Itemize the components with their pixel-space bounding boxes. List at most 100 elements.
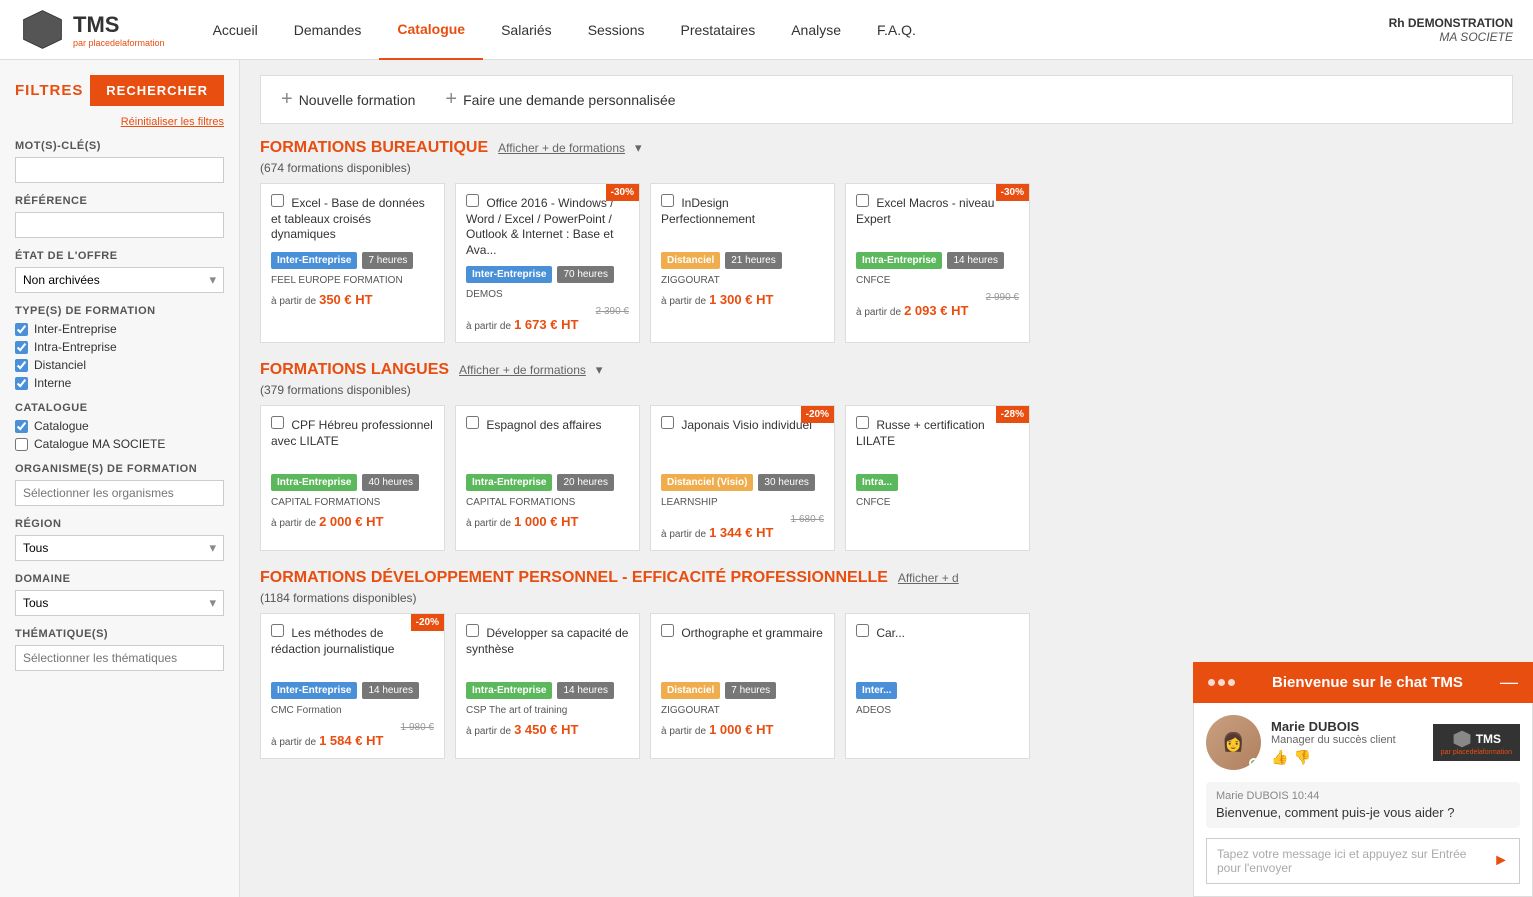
card-tag-row: Intra-Entreprise 14 heures bbox=[856, 252, 1019, 271]
card-provider: ADEOS bbox=[856, 705, 1019, 716]
dev-perso-more-link[interactable]: Afficher + d bbox=[898, 571, 959, 585]
region-select[interactable]: Tous bbox=[15, 535, 224, 561]
chat-minimize-button[interactable]: — bbox=[1500, 672, 1518, 693]
header: TMS par placedelaformation Accueil Deman… bbox=[0, 0, 1533, 60]
card-price: 1 980 € à partir de 1 584 € HT bbox=[271, 722, 434, 748]
card-hours: 14 heures bbox=[557, 682, 613, 699]
card-select-checkbox[interactable] bbox=[466, 194, 479, 207]
langues-cards: CPF Hébreu professionnel avec LILATE Int… bbox=[260, 405, 1513, 551]
card-price: à partir de 1 000 € HT bbox=[661, 722, 824, 737]
card-tag: Intra-Entreprise bbox=[466, 682, 552, 699]
card-select-checkbox[interactable] bbox=[271, 194, 284, 207]
card-tag-row: Intra-Entreprise 20 heures bbox=[466, 474, 629, 493]
online-indicator bbox=[1249, 758, 1259, 768]
card-select-checkbox[interactable] bbox=[661, 416, 674, 429]
card-select-checkbox[interactable] bbox=[271, 624, 284, 637]
type-interne-checkbox[interactable] bbox=[15, 377, 28, 390]
section-langues-title: FORMATIONS LANGUES bbox=[260, 361, 449, 379]
nav-accueil[interactable]: Accueil bbox=[195, 0, 276, 60]
type-intra: Intra-Entreprise bbox=[15, 340, 224, 354]
thematique-label: THÉMATIQUE(S) bbox=[15, 628, 224, 640]
nav-salaries[interactable]: Salariés bbox=[483, 0, 570, 60]
card-title: Excel Macros - niveau Expert bbox=[856, 194, 1019, 244]
nav-demandes[interactable]: Demandes bbox=[276, 0, 380, 60]
custom-request-btn[interactable]: + Faire une demande personnalisée bbox=[445, 88, 675, 111]
card-select-checkbox[interactable] bbox=[856, 624, 869, 637]
reference-input[interactable] bbox=[15, 212, 224, 238]
card-tag-row: Inter... bbox=[856, 682, 1019, 701]
card-tag-row: Inter-Entreprise 70 heures bbox=[466, 266, 629, 285]
card-tag: Inter... bbox=[856, 682, 897, 699]
card-title: InDesign Perfectionnement bbox=[661, 194, 824, 244]
reference-label: RÉFÉRENCE bbox=[15, 195, 224, 207]
dot-1 bbox=[1208, 679, 1215, 686]
chat-input-area[interactable]: Tapez votre message ici et appuyez sur E… bbox=[1206, 838, 1520, 884]
type-distanciel-label: Distanciel bbox=[34, 358, 86, 372]
nav-faq[interactable]: F.A.Q. bbox=[859, 0, 934, 60]
dot-3 bbox=[1228, 679, 1235, 686]
chevron-down-icon-2: ▾ bbox=[596, 362, 603, 378]
card-select-checkbox[interactable] bbox=[856, 194, 869, 207]
card-select-checkbox[interactable] bbox=[661, 624, 674, 637]
bureautique-more-link[interactable]: Afficher + de formations bbox=[498, 141, 625, 155]
type-inter: Inter-Entreprise bbox=[15, 322, 224, 336]
type-distanciel: Distanciel bbox=[15, 358, 224, 372]
card-provider: CNFCE bbox=[856, 497, 1019, 508]
langues-count: (379 formations disponibles) bbox=[260, 383, 1513, 397]
logo-text: TMS bbox=[73, 12, 165, 38]
card-select-checkbox[interactable] bbox=[661, 194, 674, 207]
new-formation-btn[interactable]: + Nouvelle formation bbox=[281, 88, 415, 111]
card-price: à partir de 350 € HT bbox=[271, 292, 434, 307]
etat-label: ÉTAT DE L'OFFRE bbox=[15, 250, 224, 262]
card-title: Orthographe et grammaire bbox=[661, 624, 824, 674]
logo-icon bbox=[20, 7, 65, 52]
catalogue-masociete-checkbox[interactable] bbox=[15, 438, 28, 451]
card-select-checkbox[interactable] bbox=[271, 416, 284, 429]
nav-analyse[interactable]: Analyse bbox=[773, 0, 859, 60]
chat-widget: Bienvenue sur le chat TMS — 👩 Marie DUBO… bbox=[1193, 662, 1533, 897]
dev-perso-count: (1184 formations disponibles) bbox=[260, 591, 1513, 605]
card-tag-row: Inter-Entreprise 7 heures bbox=[271, 252, 434, 271]
card-select-checkbox[interactable] bbox=[466, 624, 479, 637]
domaine-select[interactable]: Tous bbox=[15, 590, 224, 616]
card-hours: 20 heures bbox=[557, 474, 613, 491]
search-button[interactable]: RECHERCHER bbox=[90, 75, 224, 106]
catalogue-checkbox[interactable] bbox=[15, 420, 28, 433]
card-badge: -20% bbox=[411, 614, 444, 631]
etat-select[interactable]: Non archivées bbox=[15, 267, 224, 293]
chat-logo-box: TMS par placedelaformation bbox=[1433, 724, 1520, 761]
organisme-label: ORGANISME(S) DE FORMATION bbox=[15, 463, 224, 475]
tms-logo-icon bbox=[1452, 729, 1472, 749]
reset-filters-link[interactable]: Réinitialiser les filtres bbox=[15, 116, 224, 128]
nav-sessions[interactable]: Sessions bbox=[570, 0, 663, 60]
type-inter-label: Inter-Entreprise bbox=[34, 322, 117, 336]
card-provider: ZIGGOURAT bbox=[661, 705, 824, 716]
section-dev-perso-title: FORMATIONS DÉVELOPPEMENT PERSONNEL - EFF… bbox=[260, 569, 888, 587]
nav-catalogue[interactable]: Catalogue bbox=[379, 0, 483, 60]
keyword-input[interactable] bbox=[15, 157, 224, 183]
type-intra-checkbox[interactable] bbox=[15, 341, 28, 354]
card-select-checkbox[interactable] bbox=[856, 416, 869, 429]
thematique-input[interactable] bbox=[15, 645, 224, 671]
card-badge: -30% bbox=[996, 184, 1029, 201]
card-japonais: -20% Japonais Visio individuel Distancie… bbox=[650, 405, 835, 551]
card-title: Japonais Visio individuel bbox=[661, 416, 824, 466]
card-badge: -20% bbox=[801, 406, 834, 423]
thumbs-up-icon[interactable]: 👍 bbox=[1271, 749, 1288, 766]
card-tag: Inter-Entreprise bbox=[466, 266, 552, 283]
thumbs-down-icon[interactable]: 👎 bbox=[1293, 749, 1310, 766]
card-select-checkbox[interactable] bbox=[466, 416, 479, 429]
nav-prestataires[interactable]: Prestataires bbox=[663, 0, 774, 60]
user-menu[interactable]: Rh DEMONSTRATION MA SOCIETE bbox=[1389, 16, 1513, 44]
langues-more-link[interactable]: Afficher + de formations bbox=[459, 363, 586, 377]
chat-send-icon[interactable]: ► bbox=[1493, 852, 1509, 870]
organisme-input[interactable] bbox=[15, 480, 224, 506]
type-inter-checkbox[interactable] bbox=[15, 323, 28, 336]
filters-title: FILTRES bbox=[15, 82, 83, 99]
type-distanciel-checkbox[interactable] bbox=[15, 359, 28, 372]
card-synthese: Développer sa capacité de synthèse Intra… bbox=[455, 613, 640, 759]
card-tag-row: Intra-Entreprise 40 heures bbox=[271, 474, 434, 493]
card-title: Espagnol des affaires bbox=[466, 416, 629, 466]
chat-logo-sub: par placedelaformation bbox=[1441, 749, 1512, 756]
card-espagnol: Espagnol des affaires Intra-Entreprise 2… bbox=[455, 405, 640, 551]
